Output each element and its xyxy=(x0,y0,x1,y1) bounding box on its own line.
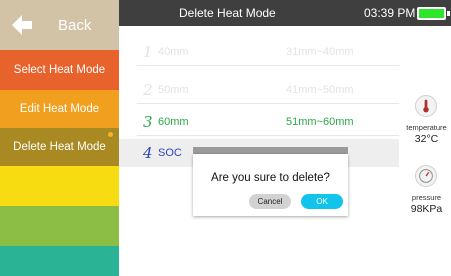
header-bar: Delete Heat Mode 03:39 PM xyxy=(119,0,451,26)
page-title: Delete Heat Mode xyxy=(179,6,276,20)
sidebar-item-label: Select Heat Mode xyxy=(13,64,106,76)
back-label: Back xyxy=(58,16,92,34)
row-divider xyxy=(137,103,399,104)
sidebar: Back Select Heat Mode Edit Heat Mode Del… xyxy=(0,0,119,276)
battery-tip xyxy=(447,11,450,16)
sidebar-item-label: Edit Heat Mode xyxy=(19,103,100,115)
pressure-value: 98KPa xyxy=(410,203,443,215)
temperature-label: temperature xyxy=(406,123,447,132)
back-button[interactable]: Back xyxy=(0,0,119,50)
row-index: 4 xyxy=(143,144,153,162)
list-item[interactable]: 2 50mm 41mm~50mm xyxy=(119,76,399,104)
sidebar-item-edit-heat-mode[interactable]: Edit Heat Mode xyxy=(0,90,119,128)
row-name: 50mm xyxy=(158,84,189,96)
back-arrow-icon xyxy=(12,15,32,35)
pressure-label: pressure xyxy=(411,193,442,202)
battery-icon xyxy=(417,7,446,20)
thermometer-icon xyxy=(415,95,437,117)
sidebar-item-delete-heat-mode[interactable]: Delete Heat Mode xyxy=(0,128,119,166)
row-range: 51mm~60mm xyxy=(286,116,354,128)
row-range: 41mm~50mm xyxy=(286,84,354,96)
row-range: 31mm~40mm xyxy=(286,46,354,58)
list-item[interactable]: 3 60mm 51mm~60mm xyxy=(119,108,399,136)
cancel-button[interactable]: Cancel xyxy=(249,194,291,209)
row-name: SOC xyxy=(158,147,182,159)
confirm-delete-dialog: Are you sure to delete? Cancel OK xyxy=(193,154,348,216)
row-name: 40mm xyxy=(158,46,189,58)
row-index: 2 xyxy=(143,81,153,99)
sidebar-item-select-heat-mode[interactable]: Select Heat Mode xyxy=(0,50,119,90)
clock: 03:39 PM xyxy=(364,6,416,20)
temperature-value: 32°C xyxy=(414,133,439,145)
row-divider xyxy=(137,135,399,136)
dialog-title-bar xyxy=(193,147,348,154)
sidebar-item-label: Delete Heat Mode xyxy=(13,141,106,153)
active-indicator-dot xyxy=(108,132,113,137)
sidebar-item-empty-green[interactable] xyxy=(0,206,119,246)
list-item[interactable]: 1 40mm 31mm~40mm xyxy=(119,38,399,66)
sidebar-item-empty-teal[interactable] xyxy=(0,246,119,276)
row-divider xyxy=(137,65,399,66)
dialog-message: Are you sure to delete? xyxy=(211,172,330,184)
sidebar-item-empty-yellow[interactable] xyxy=(0,166,119,206)
row-index: 3 xyxy=(143,113,153,131)
row-name: 60mm xyxy=(158,116,189,128)
row-index: 1 xyxy=(143,43,153,61)
ok-button[interactable]: OK xyxy=(301,194,343,209)
pressure-gauge-icon xyxy=(415,165,437,187)
